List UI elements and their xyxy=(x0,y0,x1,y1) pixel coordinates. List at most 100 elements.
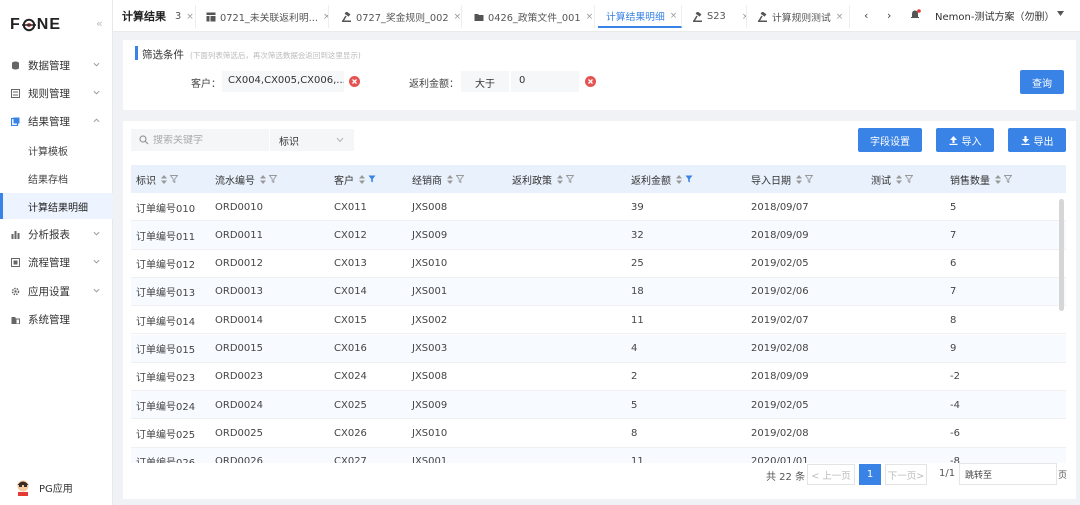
sidebar-item-result-management[interactable]: 结果管理 xyxy=(0,109,113,133)
table-row[interactable]: 订单编号010 ORD0010 CX011 JXS008 39 2018/09/07 5 xyxy=(131,193,1066,222)
table-row[interactable]: 订单编号025 ORD0025 CX026 JXS010 8 2019/02/08 -6 xyxy=(131,419,1066,448)
building-icon xyxy=(11,315,20,324)
close-icon[interactable]: × xyxy=(186,12,194,22)
table-cell: -8 xyxy=(950,456,960,463)
sidebar-subitem-result-archive[interactable]: 结果存档 xyxy=(0,165,113,191)
sort-icon[interactable] xyxy=(447,174,453,184)
double-chevron-left-icon[interactable]: « xyxy=(96,17,103,30)
column-header[interactable]: 流水编号 xyxy=(215,165,277,193)
filter-icon[interactable] xyxy=(805,175,813,183)
user-profile[interactable]: PG应用 xyxy=(14,478,73,496)
sort-icon[interactable] xyxy=(557,174,563,184)
result-icon xyxy=(11,117,20,126)
sidebar-subitem-calc-result-detail[interactable]: 计算结果明细 xyxy=(0,193,113,219)
sidebar-item-app-settings[interactable]: 应用设置 xyxy=(0,279,113,303)
rebate-operator-select[interactable]: 大于 xyxy=(461,71,509,92)
table-row[interactable]: 订单编号012 ORD0012 CX013 JXS010 25 2019/02/05 6 xyxy=(131,250,1066,278)
tab-prev-arrow[interactable]: ‹ xyxy=(864,9,868,22)
sort-icon[interactable] xyxy=(896,174,902,184)
table-body: 订单编号010 ORD0010 CX011 JXS008 39 2018/09/07 5 订单… xyxy=(131,193,1066,463)
clear-rebate-icon[interactable] xyxy=(585,76,596,87)
query-button[interactable]: 查询 xyxy=(1020,70,1064,94)
column-header[interactable]: 客户 xyxy=(334,165,376,193)
search-field-select[interactable]: 标识 xyxy=(270,129,354,151)
tab-next-arrow[interactable]: › xyxy=(887,9,891,22)
table-row[interactable]: 订单编号015 ORD0015 CX016 JXS003 4 2019/02/08 9 xyxy=(131,334,1066,363)
table-row[interactable]: 订单编号013 ORD0013 CX014 JXS001 18 2019/02/06 7 xyxy=(131,277,1066,307)
search-box[interactable] xyxy=(131,129,269,151)
table-row[interactable]: 订单编号026 ORD0026 CX027 JXS001 11 2020/01/01 -8 xyxy=(131,447,1066,463)
sort-icon[interactable] xyxy=(359,174,365,184)
sidebar-subitem-label: 结果存档 xyxy=(28,174,68,186)
export-button[interactable]: 导出 xyxy=(1008,128,1066,152)
filter-icon[interactable] xyxy=(269,175,277,183)
sidebar-item-analysis-report[interactable]: 分析报表 xyxy=(0,222,113,246)
column-header[interactable]: 返利金额 xyxy=(631,165,693,193)
tab-unlinked-rebate[interactable]: 0721_未关联返利明... × xyxy=(199,5,329,28)
table-cell: 2019/02/08 xyxy=(751,343,809,354)
filter-icon[interactable] xyxy=(368,175,376,183)
close-icon[interactable]: × xyxy=(323,12,328,22)
search-icon xyxy=(139,135,149,145)
close-icon[interactable]: × xyxy=(742,12,746,22)
tab-s23[interactable]: S23 × xyxy=(685,5,747,28)
table-row[interactable]: 订单编号014 ORD0014 CX015 JXS002 11 2019/02/07 8 xyxy=(131,306,1066,335)
page-number-button[interactable]: 1 xyxy=(859,464,881,485)
sort-icon[interactable] xyxy=(796,174,802,184)
clear-customer-icon[interactable] xyxy=(349,76,360,87)
filter-icon[interactable] xyxy=(170,175,178,183)
page-jump-input[interactable]: 跳转至 xyxy=(959,463,1057,485)
pagination-page-of: 1/1 xyxy=(939,468,956,479)
tab-truncated[interactable]: 3 × xyxy=(171,5,196,28)
column-header[interactable]: 标识 xyxy=(136,165,178,193)
table-row[interactable]: 订单编号023 ORD0023 CX024 JXS008 2 2018/09/09 -2 xyxy=(131,363,1066,392)
table-row[interactable]: 订单编号011 ORD0011 CX012 JXS009 32 2018/09/09 7 xyxy=(131,221,1066,250)
user-scheme-name[interactable]: Nemon-测试方案（勿删） xyxy=(935,8,1054,23)
close-icon[interactable]: × xyxy=(454,12,461,22)
sidebar-item-system-management[interactable]: 系统管理 xyxy=(0,307,113,331)
sort-icon[interactable] xyxy=(676,174,682,184)
column-header[interactable]: 测试 xyxy=(871,165,913,193)
close-icon[interactable]: × xyxy=(670,11,678,21)
sort-icon[interactable] xyxy=(995,174,1001,184)
filter-icon[interactable] xyxy=(456,175,464,183)
table-cell: CX011 xyxy=(334,201,367,213)
customer-filter-value[interactable]: CX004,CX005,CX006,... xyxy=(222,71,344,92)
import-button[interactable]: 导入 xyxy=(936,128,994,152)
tab-calc-rule-test[interactable]: 计算规则测试 × xyxy=(750,5,850,28)
column-header[interactable]: 导入日期 xyxy=(751,165,813,193)
sidebar-subitem-calc-template[interactable]: 计算模板 xyxy=(0,137,113,163)
tab-bonus-rule[interactable]: 0727_奖金规则_002 × xyxy=(332,5,462,28)
sort-icon[interactable] xyxy=(161,174,167,184)
close-icon[interactable]: × xyxy=(836,12,844,22)
field-settings-button[interactable]: 字段设置 xyxy=(858,128,922,152)
filter-icon[interactable] xyxy=(905,175,913,183)
table-cell: 25 xyxy=(631,258,644,270)
table-row[interactable]: 订单编号024 ORD0024 CX025 JXS009 5 2019/02/05 -4 xyxy=(131,391,1066,420)
sort-icon[interactable] xyxy=(260,174,266,184)
filter-icon[interactable] xyxy=(1004,175,1012,183)
column-header[interactable]: 返利政策 xyxy=(512,165,574,193)
filter-icon[interactable] xyxy=(566,175,574,183)
filter-icon[interactable] xyxy=(685,175,693,183)
sidebar-item-rule-management[interactable]: 规则管理 xyxy=(0,81,113,105)
column-header-label: 标识 xyxy=(136,175,156,187)
table-cell: ORD0026 xyxy=(215,456,263,463)
prev-page-button[interactable]: < 上一页 xyxy=(807,464,855,485)
app-logo[interactable]: F NE xyxy=(10,14,61,36)
caret-down-icon[interactable] xyxy=(1057,11,1064,16)
close-icon[interactable]: × xyxy=(586,12,594,22)
bell-icon[interactable] xyxy=(910,9,921,20)
tab-policy-file[interactable]: 0426_政策文件_001 × xyxy=(465,5,595,28)
table-cell: 订单编号026 xyxy=(136,448,195,463)
vertical-scrollbar[interactable] xyxy=(1059,199,1064,311)
search-input[interactable] xyxy=(153,134,263,146)
table-cell: 订单编号023 xyxy=(136,373,196,385)
next-page-button[interactable]: 下一页> xyxy=(885,464,927,485)
sidebar-item-data-management[interactable]: 数据管理 xyxy=(0,53,113,77)
tab-calc-result-detail[interactable]: 计算结果明细 × xyxy=(598,5,682,28)
column-header[interactable]: 经销商 xyxy=(412,165,464,193)
column-header[interactable]: 销售数量 xyxy=(950,165,1012,193)
rebate-value-input[interactable]: 0 xyxy=(511,71,579,92)
sidebar-item-flow-management[interactable]: 流程管理 xyxy=(0,250,113,274)
